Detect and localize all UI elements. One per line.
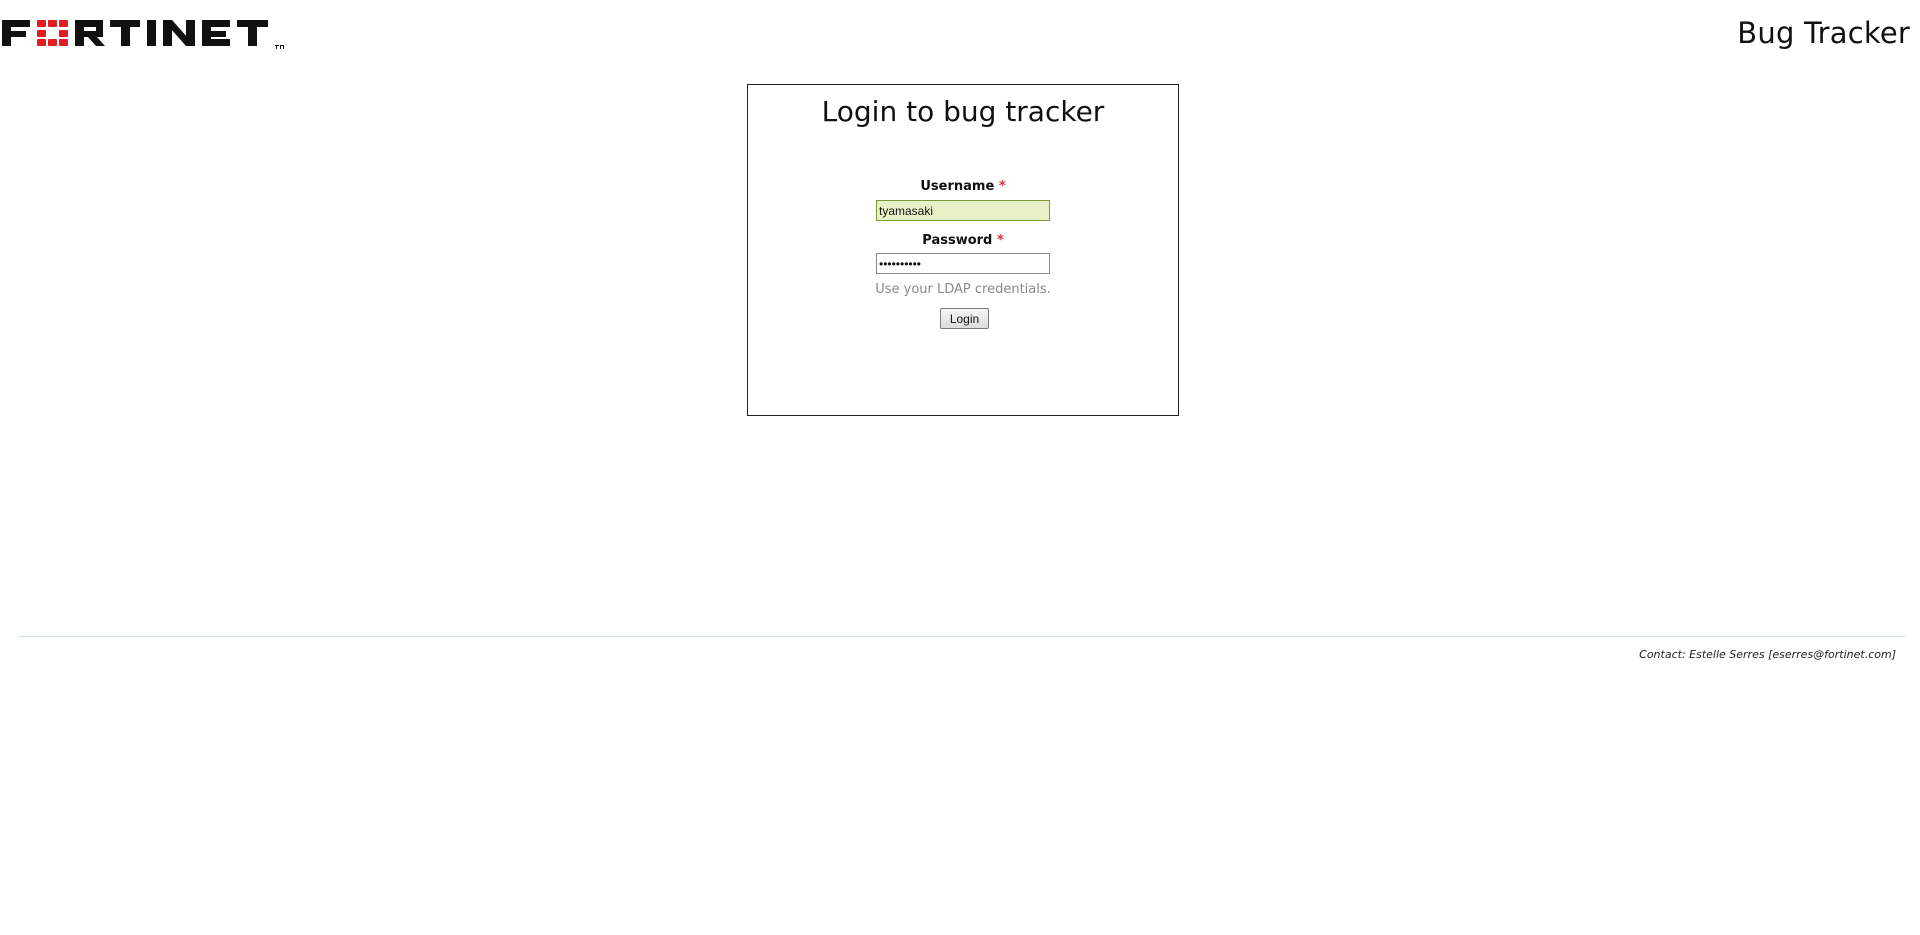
app-title: Bug Tracker xyxy=(1737,16,1910,50)
footer-contact: Contact: Estelle Serres [eserres@fortine… xyxy=(1639,648,1896,661)
fortinet-logo xyxy=(2,18,292,52)
password-required-marker: * xyxy=(996,233,1004,248)
password-label-text: Password xyxy=(922,233,993,248)
password-input[interactable] xyxy=(876,253,1050,274)
username-label-text: Username xyxy=(920,179,995,194)
login-button[interactable]: Login xyxy=(940,308,989,329)
login-title: Login to bug tracker xyxy=(821,95,1105,128)
page: Bug Tracker Login to bug tracker Usernam… xyxy=(0,0,1920,935)
ldap-hint: Use your LDAP credentials. xyxy=(875,282,1051,297)
login-panel: Login to bug tracker Username * Password… xyxy=(747,84,1179,416)
username-label: Username * xyxy=(748,179,1178,194)
password-label: Password * xyxy=(748,233,1178,248)
username-input[interactable] xyxy=(876,200,1050,221)
username-required-marker: * xyxy=(998,179,1006,194)
footer-divider xyxy=(19,636,1905,637)
